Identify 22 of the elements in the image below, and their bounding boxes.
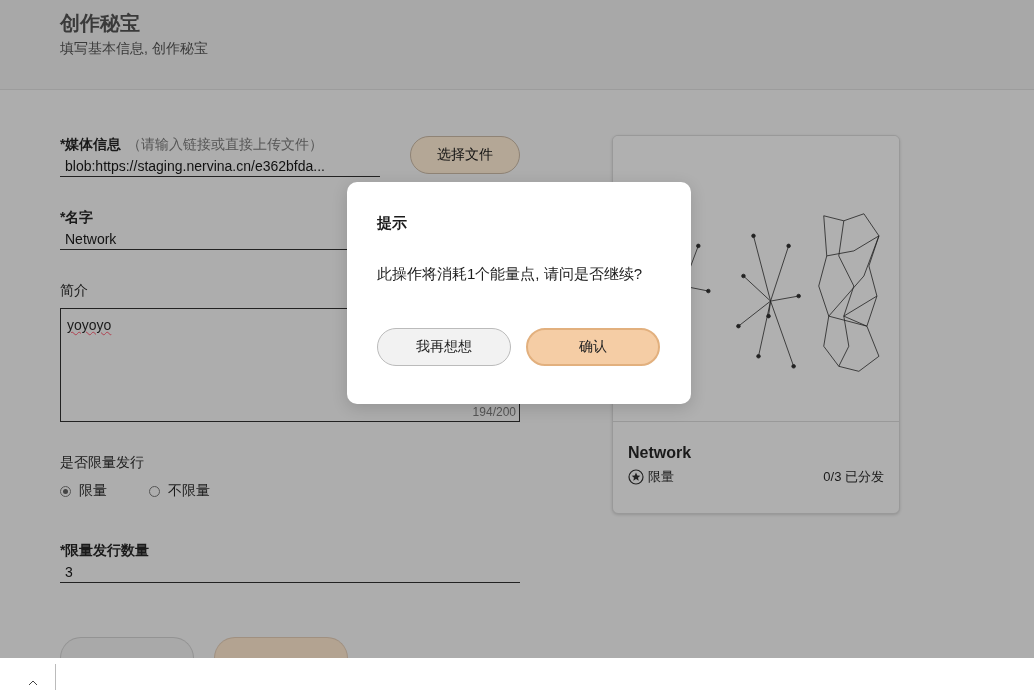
cancel-button[interactable]: 我再想想 — [377, 328, 511, 366]
field-hint: （请输入链接或直接上传文件） — [127, 136, 324, 154]
card-title: Network — [628, 444, 693, 462]
page-title: 创作秘宝 — [60, 11, 141, 36]
character-counter: 194/200 — [472, 405, 516, 419]
radio-label[interactable]: 限量 — [79, 482, 107, 500]
field-label: *媒体信息 — [60, 136, 122, 154]
dialog-message: 此操作将消耗1个能量点, 请问是否继续? — [377, 265, 644, 284]
field-label: *限量发行数量 — [60, 542, 150, 560]
field-label: 简介 — [60, 282, 88, 300]
media-input[interactable]: blob:https://staging.nervina.cn/e362bfda... — [60, 156, 380, 177]
radio-label[interactable]: 不限量 — [168, 482, 210, 500]
limited-label: 限量 — [648, 468, 674, 486]
confirm-button[interactable]: 确认 — [526, 328, 660, 366]
field-label: *名字 — [60, 209, 94, 227]
intro-text: yoyoyo — [67, 317, 112, 333]
page-subtitle: 填写基本信息, 创作秘宝 — [60, 40, 209, 58]
choose-file-button[interactable]: 选择文件 — [410, 136, 520, 174]
distribution-count: 0/3 已分发 — [823, 468, 884, 486]
field-label: 是否限量发行 — [60, 454, 144, 472]
caret-up-icon[interactable] — [28, 680, 38, 686]
quantity-input[interactable]: 3 — [60, 562, 520, 583]
